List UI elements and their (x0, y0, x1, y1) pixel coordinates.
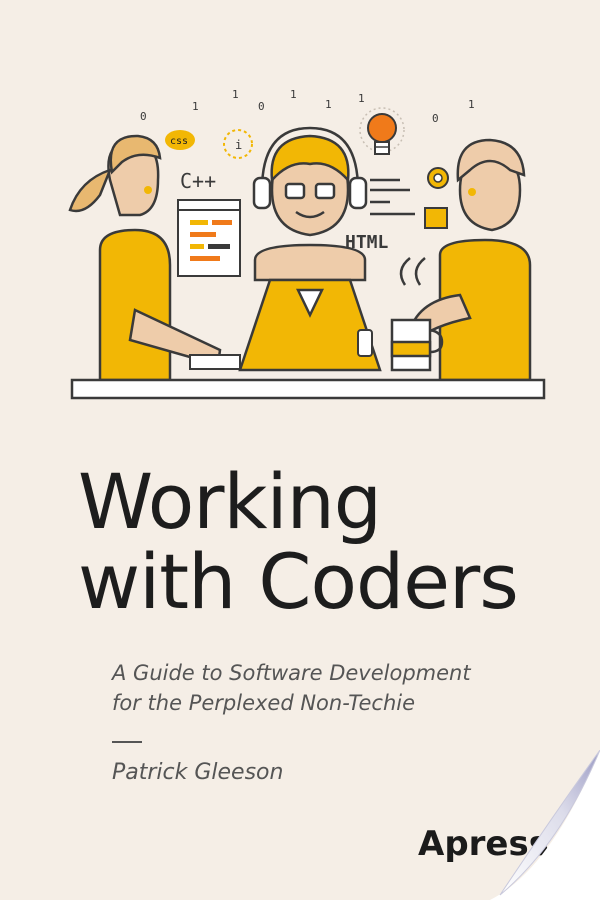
cover-illustration: 0 1 1 0 1 1 1 0 1 css i C++ HTML (68, 88, 546, 400)
phone-icon (357, 329, 373, 357)
code-lines (370, 178, 415, 216)
center-coder (252, 126, 368, 282)
title-line: with Coders (78, 537, 519, 626)
binary-digit: 1 (232, 88, 239, 101)
code-window (177, 199, 241, 277)
gear-icon (427, 167, 449, 189)
lightbulb-icon (359, 107, 405, 155)
binary-digit: 0 (140, 110, 147, 123)
binary-digit: 0 (258, 100, 265, 113)
book-title: Working with Coders (78, 457, 519, 626)
book-cover: 0 1 1 0 1 1 1 0 1 css i C++ HTML Working… (0, 0, 600, 900)
subtitle-line: for the Perplexed Non-Techie (112, 691, 416, 715)
css-label: css (170, 136, 188, 147)
binary-digits: 0 1 1 0 1 1 1 0 1 (140, 88, 475, 125)
css-badge: css (165, 130, 195, 150)
binary-digit: 1 (468, 98, 475, 111)
book-subtitle: A Guide to Software Development for the … (112, 658, 471, 718)
binary-digit: 1 (325, 98, 332, 111)
title-line: Working (78, 457, 382, 546)
cpp-label: C++ (180, 169, 216, 193)
binary-digit: 1 (358, 92, 365, 105)
keyboard (189, 354, 241, 370)
binary-digit: 1 (192, 100, 199, 113)
subtitle-line: A Guide to Software Development (112, 661, 471, 685)
note-icon (424, 207, 448, 229)
author-name: Patrick Gleeson (112, 760, 284, 785)
desk (70, 378, 546, 400)
svg-text:i: i (235, 138, 242, 152)
divider (112, 741, 142, 743)
page-curl-icon[interactable] (490, 750, 600, 900)
binary-digit: 0 (432, 112, 439, 125)
binary-digit: 1 (290, 88, 297, 101)
